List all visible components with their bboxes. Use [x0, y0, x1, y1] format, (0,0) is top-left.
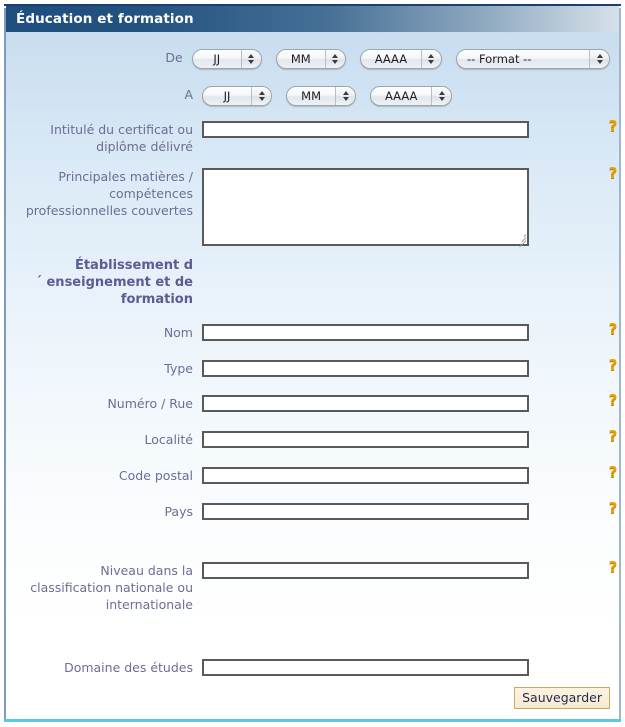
select-de-day[interactable]: JJ [191, 48, 262, 69]
select-a-day[interactable]: JJ [202, 85, 272, 106]
select-de-day-value: JJ [213, 51, 221, 66]
niveau-label: Niveau dans la classification nationale … [30, 563, 193, 612]
field-row-pays: Pays [6, 503, 619, 520]
select-de-year[interactable]: AAAA [359, 48, 442, 69]
main-subjects-textarea[interactable] [202, 168, 529, 246]
field-row-niveau: Niveau dans la classification nationale … [6, 562, 619, 613]
stepper-icon[interactable] [324, 49, 345, 68]
date-row-de: De JJ MM AAAA -- Format -- [6, 48, 619, 69]
pays-field [202, 503, 529, 520]
numero-rue-input[interactable] [202, 395, 529, 412]
niveau-input[interactable] [202, 562, 529, 579]
date-row-de-label: De [165, 50, 183, 65]
select-a-month-value: MM [301, 88, 322, 103]
help-icon-certificate-title[interactable]: ? [606, 118, 620, 135]
stepper-icon[interactable] [431, 86, 452, 105]
domaine-input[interactable] [202, 659, 529, 676]
select-de-format-value: -- Format -- [467, 51, 532, 66]
save-button[interactable]: Sauvegarder [514, 687, 610, 709]
niveau-field [202, 562, 529, 579]
field-row-type: Type [6, 360, 619, 377]
stepper-icon[interactable] [240, 49, 261, 68]
select-a-year-value: AAAA [384, 88, 418, 103]
field-row-certificate-title: Intitulé du certificat ou diplôme délivr… [6, 121, 619, 155]
date-row-a: A JJ MM AAAA [6, 85, 619, 106]
type-field [202, 360, 529, 377]
type-label: Type [164, 361, 193, 376]
select-de-month-value: MM [290, 51, 311, 66]
localite-label: Localité [144, 432, 193, 447]
stepper-icon[interactable] [335, 86, 356, 105]
help-icon-pays[interactable]: ? [606, 500, 620, 517]
date-row-de-controls: JJ MM AAAA -- Format -- [191, 48, 619, 69]
domaine-label: Domaine des études [64, 660, 193, 675]
domaine-field [202, 659, 529, 676]
field-row-main-subjects: Principales matières / compétences profe… [6, 168, 619, 248]
select-a-month[interactable]: MM [286, 85, 357, 106]
main-subjects-field [202, 168, 529, 248]
help-icon-type[interactable]: ? [606, 357, 620, 374]
help-icon-localite[interactable]: ? [606, 428, 620, 445]
section-heading: Établissement d ´ enseignement et de for… [35, 258, 193, 307]
panel-bottom-rule [4, 719, 621, 722]
field-row-nom: Nom [6, 324, 619, 341]
stepper-icon[interactable] [420, 49, 441, 68]
help-icon-code-postal[interactable]: ? [606, 464, 620, 481]
section-heading-row: Établissement d ´ enseignement et de for… [6, 257, 619, 308]
select-de-year-value: AAAA [374, 51, 408, 66]
certificate-title-label: Intitulé du certificat ou diplôme délivr… [50, 122, 193, 154]
select-a-year[interactable]: AAAA [370, 85, 453, 106]
help-icon-niveau[interactable]: ? [606, 559, 620, 576]
help-icon-numero-rue[interactable]: ? [606, 392, 620, 409]
select-de-format[interactable]: -- Format -- [456, 48, 610, 69]
type-input[interactable] [202, 360, 529, 377]
select-a-day-value: JJ [223, 88, 231, 103]
localite-field [202, 431, 529, 448]
certificate-title-input[interactable] [202, 121, 529, 138]
education-formation-panel: Éducation et formation De JJ MM AAAA -- … [0, 0, 625, 727]
panel-titlebar: Éducation et formation [6, 6, 619, 32]
panel-title: Éducation et formation [16, 11, 194, 27]
stepper-icon[interactable] [251, 86, 271, 105]
nom-label: Nom [163, 325, 193, 340]
main-subjects-label: Principales matières / compétences profe… [25, 169, 193, 218]
pays-input[interactable] [202, 503, 529, 520]
date-row-a-controls: JJ MM AAAA [202, 85, 461, 106]
panel-body: De JJ MM AAAA -- Format -- A JJ MM AAAA … [6, 32, 619, 719]
code-postal-field [202, 467, 529, 484]
help-icon-main-subjects[interactable]: ? [606, 165, 620, 182]
nom-input[interactable] [202, 324, 529, 341]
stepper-icon[interactable] [589, 49, 609, 68]
numero-rue-label: Numéro / Rue [107, 396, 193, 411]
code-postal-input[interactable] [202, 467, 529, 484]
field-row-code-postal: Code postal [6, 467, 619, 484]
numero-rue-field [202, 395, 529, 412]
field-row-domaine: Domaine des études [6, 659, 619, 676]
code-postal-label: Code postal [118, 468, 193, 483]
select-de-month[interactable]: MM [275, 48, 346, 69]
field-row-numero-rue: Numéro / Rue [6, 395, 619, 412]
nom-field [202, 324, 529, 341]
certificate-title-field [202, 121, 529, 138]
date-row-a-label: A [184, 87, 193, 102]
pays-label: Pays [164, 504, 193, 519]
field-row-localite: Localité [6, 431, 619, 448]
help-icon-nom[interactable]: ? [606, 321, 620, 338]
localite-input[interactable] [202, 431, 529, 448]
